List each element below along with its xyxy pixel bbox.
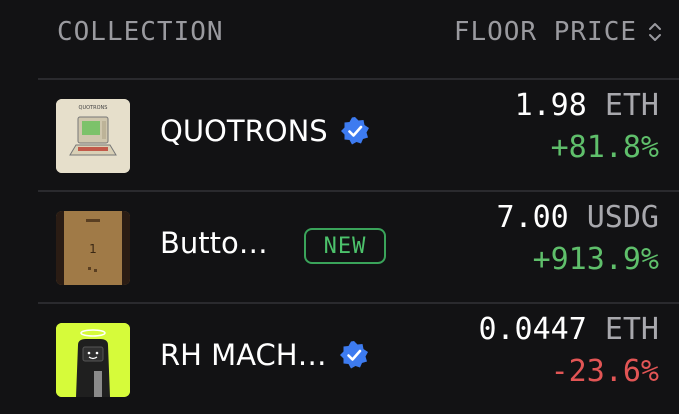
table-row[interactable]: RH MACH… 0.0447 ETH -23.6% bbox=[0, 304, 679, 414]
price-value: 1.98 bbox=[514, 88, 587, 123]
floor-price: 1.98 ETH bbox=[515, 88, 659, 123]
collection-name[interactable]: QUOTRONS bbox=[160, 114, 370, 148]
verified-badge-icon bbox=[340, 117, 369, 145]
collection-thumbnail: 1 bbox=[56, 211, 130, 285]
collection-name-text: RH MACH… bbox=[160, 338, 327, 372]
floor-price: 0.0447 ETH bbox=[478, 312, 659, 347]
table-row[interactable]: 1 Butto… NEW 7.00 USDG +913.9% bbox=[0, 192, 679, 302]
collection-name[interactable]: Butto… bbox=[160, 226, 268, 260]
price-change: -23.6% bbox=[550, 354, 659, 389]
chevron-up-down-icon bbox=[649, 23, 661, 41]
price-value: 7.00 bbox=[496, 200, 569, 235]
collection-column-header: COLLECTION bbox=[57, 17, 224, 47]
price-change: +81.8% bbox=[550, 130, 659, 165]
collection-thumbnail: QUOTRONS bbox=[56, 99, 130, 173]
floor-price: 7.00 USDG bbox=[497, 200, 660, 235]
collection-name[interactable]: RH MACH… bbox=[160, 338, 369, 372]
table-header: COLLECTION FLOOR PRICE bbox=[0, 0, 679, 78]
floor-price-column-header: FLOOR PRICE bbox=[453, 17, 637, 47]
svg-text:1: 1 bbox=[89, 242, 97, 256]
table-row[interactable]: QUOTRONS QUOTRONS 1.98 ETH +81.8% bbox=[0, 80, 679, 190]
floor-price-sort-button[interactable]: FLOOR PRICE bbox=[454, 17, 663, 47]
price-value: 0.0447 bbox=[478, 312, 587, 347]
svg-text:QUOTRONS: QUOTRONS bbox=[79, 105, 108, 111]
price-change: +913.9% bbox=[532, 242, 659, 277]
price-unit: ETH bbox=[604, 88, 659, 123]
price-unit: USDG bbox=[586, 200, 659, 235]
collection-name-text: QUOTRONS bbox=[160, 114, 328, 148]
price-unit: ETH bbox=[604, 312, 659, 347]
new-badge: NEW bbox=[304, 228, 386, 264]
collection-thumbnail bbox=[56, 323, 130, 397]
verified-badge-icon bbox=[339, 341, 368, 369]
